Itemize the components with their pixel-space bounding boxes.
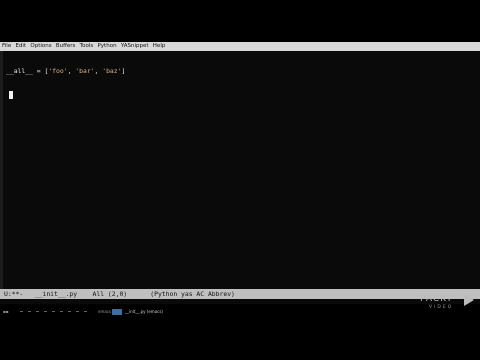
taskbar-start-label[interactable]: ▪▪ — [3, 309, 8, 315]
mode-line: U:**- __init__.py All (2,0) (Python yas … — [0, 289, 480, 299]
menu-yasnippet[interactable]: YASnippet — [121, 43, 149, 49]
menu-options[interactable]: Options — [30, 43, 51, 49]
menu-bar: File Edit Options Buffers Tools Python Y… — [0, 42, 480, 51]
modeline-status: U:**- — [4, 290, 24, 298]
taskbar-separator — [36, 311, 39, 312]
taskbar-app-label[interactable]: emacs — [98, 309, 111, 315]
modeline-buffer-name: __init__.py — [34, 290, 78, 298]
string-bar: 'bar' — [75, 67, 95, 75]
taskbar-separator — [44, 311, 47, 312]
editor-buffer[interactable]: __all__ = ['foo', 'bar', 'baz'] — [3, 51, 480, 289]
taskbar-separator — [68, 311, 71, 312]
taskbar-separator — [84, 311, 87, 312]
modeline-position: All (2,0) — [92, 290, 128, 298]
string-foo: 'foo' — [48, 67, 68, 75]
taskbar: ▪▪ emacs __init__.py (emacs) — [0, 304, 480, 318]
menu-buffers[interactable]: Buffers — [56, 43, 76, 49]
emacs-frame: File Edit Options Buffers Tools Python Y… — [0, 42, 480, 318]
taskbar-active-window[interactable]: __init__.py (emacs) — [125, 309, 163, 315]
menu-help[interactable]: Help — [153, 43, 166, 49]
logo-text: PACKT — [420, 294, 453, 304]
code-line-1: __all__ = ['foo', 'bar', 'baz'] — [3, 67, 480, 75]
taskbar-separator — [76, 311, 79, 312]
code-suffix: ] — [121, 67, 126, 75]
menu-file[interactable]: File — [2, 43, 11, 49]
play-arrow-icon — [464, 294, 474, 306]
packt-logo: PACKT VIDEO — [420, 292, 474, 314]
modeline-modes: (Python yas AC Abbrev) — [150, 290, 235, 298]
code-line-2 — [3, 91, 480, 99]
taskbar-separator — [60, 311, 63, 312]
emacs-icon[interactable] — [112, 309, 122, 315]
menu-edit[interactable]: Edit — [15, 43, 26, 49]
taskbar-separator — [20, 311, 23, 312]
code-prefix: __all__ = [ — [6, 67, 49, 75]
menu-tools[interactable]: Tools — [80, 43, 94, 49]
taskbar-separator — [28, 311, 31, 312]
taskbar-separator — [52, 311, 55, 312]
menu-python[interactable]: Python — [97, 43, 116, 49]
text-cursor — [9, 91, 13, 99]
logo-subtitle: VIDEO — [429, 305, 454, 310]
string-baz: 'baz' — [102, 67, 122, 75]
